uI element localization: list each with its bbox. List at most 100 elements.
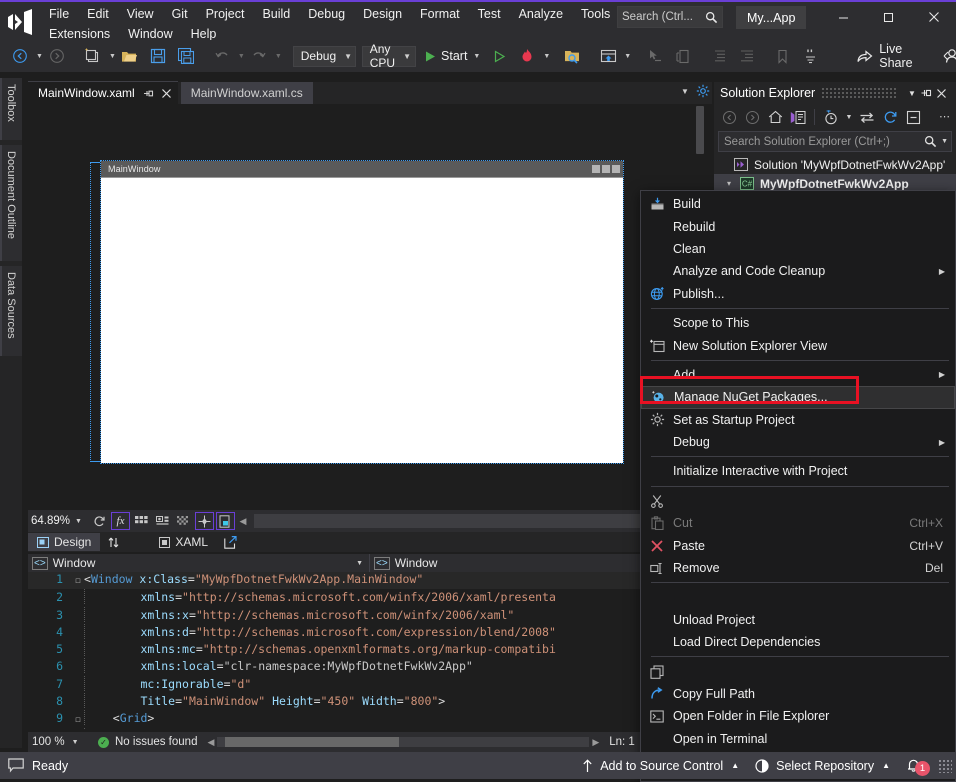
close-icon[interactable] xyxy=(911,2,956,32)
context-menu-item-cut[interactable] xyxy=(641,490,955,512)
issues-indicator[interactable]: ✓ No issues found xyxy=(98,736,197,748)
tab-mainwindow-xaml[interactable]: MainWindow.xaml xyxy=(28,81,178,104)
editor-horizontal-scrollbar[interactable]: ◀ ▶ xyxy=(207,736,599,749)
context-menu-item-add[interactable]: Add ▶ xyxy=(641,364,955,386)
context-menu-item-scope-to-this[interactable]: Scope to This xyxy=(641,312,955,334)
tab-mainwindow-xaml-cs[interactable]: MainWindow.xaml.cs xyxy=(181,82,313,104)
expand-triangle-icon[interactable]: ▾ xyxy=(722,179,736,188)
context-menu-item-initialize-interactive-with-project[interactable]: Initialize Interactive with Project xyxy=(641,460,955,482)
solution-platform-select[interactable]: Any CPU ▼ xyxy=(362,46,416,67)
transparency-icon[interactable] xyxy=(174,512,193,530)
context-menu-item-build[interactable]: Build xyxy=(641,193,955,215)
context-menu-item-set-as-startup-project[interactable]: Set as Startup Project xyxy=(641,409,955,431)
designer-horizontal-scrollbar[interactable] xyxy=(254,514,706,528)
effects-fx-icon[interactable]: fx xyxy=(111,512,130,530)
context-menu-item-unload-project[interactable] xyxy=(641,586,955,608)
hot-reload-dropdown-icon[interactable]: ▼ xyxy=(543,53,550,60)
code-type-dropdown[interactable]: <> Window ▼ xyxy=(28,554,370,572)
design-preview-window[interactable]: MainWindow xyxy=(100,160,624,464)
open-file-icon[interactable] xyxy=(116,44,144,68)
scroll-right-icon[interactable]: ▶ xyxy=(592,737,599,748)
designer-settings-gear-icon[interactable] xyxy=(696,84,710,98)
add-to-source-control-button[interactable]: Add to Source Control ▲ xyxy=(574,752,747,779)
rail-tab-document-outline[interactable]: Document Outline xyxy=(0,145,22,261)
panel-drag-dots[interactable] xyxy=(821,87,898,99)
se-pending-history-icon[interactable] xyxy=(820,107,842,127)
start-debug-button[interactable]: Start ▼ xyxy=(419,44,485,68)
xaml-designer-surface[interactable]: MainWindow xyxy=(28,104,706,508)
editor-scroll-track[interactable] xyxy=(217,737,589,747)
editor-zoom-select[interactable]: 100 % ▼ xyxy=(28,736,86,748)
menu-design[interactable]: Design xyxy=(354,6,411,22)
pin-icon[interactable] xyxy=(143,88,154,99)
minimize-icon[interactable] xyxy=(821,2,866,32)
designer-artboard-icon[interactable] xyxy=(216,512,235,530)
fold-icon[interactable]: ◻ xyxy=(72,715,84,725)
context-menu-item-remove[interactable]: Paste Ctrl+V xyxy=(641,534,955,556)
menu-test[interactable]: Test xyxy=(469,6,510,22)
context-menu-item-manage-nuget-packages[interactable]: Manage NuGet Packages... xyxy=(641,386,955,408)
tab-design-view[interactable]: Design xyxy=(28,533,100,551)
menu-debug[interactable]: Debug xyxy=(299,6,354,22)
se-toolbar-overflow-icon[interactable]: ⋯ xyxy=(939,114,951,120)
menu-edit[interactable]: Edit xyxy=(78,6,118,22)
search-options-dropdown-icon[interactable]: ▼ xyxy=(941,138,948,145)
menu-build[interactable]: Build xyxy=(253,6,299,22)
scroll-left-icon[interactable]: ◀ xyxy=(207,737,214,748)
context-menu-item-analyze-and-code-cleanup[interactable]: Analyze and Code Cleanup ▶ xyxy=(641,260,955,282)
context-menu-item-rename[interactable]: Remove Del xyxy=(641,557,955,579)
context-menu-item-design-in-blend[interactable]: Open in Terminal xyxy=(641,728,955,750)
se-collapse-all-icon[interactable] xyxy=(902,107,924,127)
context-menu-item-rebuild[interactable]: Rebuild xyxy=(641,215,955,237)
preview-window-icon[interactable] xyxy=(594,44,622,68)
pin-panel-icon[interactable] xyxy=(920,87,936,99)
context-menu-item-new-solution-explorer-view[interactable]: New Solution Explorer View xyxy=(641,334,955,356)
close-tab-icon[interactable] xyxy=(161,88,172,99)
context-menu-item-open-in-terminal[interactable]: Open Folder in File Explorer xyxy=(641,705,955,727)
start-dropdown-icon[interactable]: ▼ xyxy=(473,53,480,60)
context-menu-item-publish[interactable]: Publish... xyxy=(641,283,955,305)
se-sync-with-active-document-icon[interactable] xyxy=(856,107,878,127)
editor-scroll-thumb[interactable] xyxy=(225,737,399,747)
new-project-dropdown-icon[interactable]: ▼ xyxy=(109,53,116,60)
hot-reload-icon[interactable] xyxy=(513,44,541,68)
swap-panes-icon[interactable] xyxy=(100,536,126,549)
start-without-debugging-icon[interactable] xyxy=(485,44,513,68)
refresh-designer-icon[interactable] xyxy=(90,512,109,530)
show-grid-icon[interactable] xyxy=(132,512,151,530)
notifications-button[interactable]: 1 xyxy=(898,752,934,779)
xaml-code-editor[interactable]: 1◻<Window x:Class="MyWpfDotnetFwkWv2App.… xyxy=(28,572,706,730)
designer-toolbar-overflow-icon[interactable]: ◀ xyxy=(236,516,250,527)
new-project-icon[interactable] xyxy=(79,44,107,68)
se-refresh-icon[interactable] xyxy=(879,107,901,127)
context-menu-item-debug[interactable]: Debug ▶ xyxy=(641,431,955,453)
resize-grip[interactable] xyxy=(938,759,952,773)
context-menu-item-open-folder-in-file-explorer[interactable]: Copy Full Path xyxy=(641,683,955,705)
preview-dropdown-icon[interactable]: ▼ xyxy=(624,53,631,60)
close-panel-icon[interactable] xyxy=(936,88,952,99)
navigate-backward-dropdown-icon[interactable]: ▼ xyxy=(36,53,43,60)
context-menu-item-copy-full-path[interactable] xyxy=(641,660,955,682)
navigate-backward-icon[interactable] xyxy=(6,44,34,68)
menu-git[interactable]: Git xyxy=(163,6,197,22)
live-share-button[interactable]: Live Share xyxy=(850,44,918,68)
menu-view[interactable]: View xyxy=(118,6,163,22)
snap-to-snaplines-icon[interactable] xyxy=(195,512,214,530)
tab-list-dropdown-icon[interactable]: ▼ xyxy=(678,87,692,96)
context-menu-item-load-entire-dependency-tree[interactable]: Load Direct Dependencies xyxy=(641,631,955,653)
fold-icon[interactable]: ◻ xyxy=(72,576,84,586)
maximize-icon[interactable] xyxy=(866,2,911,32)
tab-xaml-view[interactable]: XAML xyxy=(150,533,217,551)
solution-explorer-search-input[interactable]: Search Solution Explorer (Ctrl+;) ▼ xyxy=(718,131,952,152)
account-manager-icon[interactable] xyxy=(937,44,956,68)
designer-zoom-select[interactable]: 64.89% ▼ xyxy=(28,512,89,530)
menu-analyze[interactable]: Analyze xyxy=(510,6,572,22)
save-icon[interactable] xyxy=(144,44,172,68)
rail-tab-toolbox[interactable]: Toolbox xyxy=(0,78,22,140)
select-repository-button[interactable]: Select Repository ▲ xyxy=(747,752,898,779)
find-in-files-icon[interactable] xyxy=(558,44,586,68)
menu-file[interactable]: File xyxy=(40,6,78,22)
solution-name-button[interactable]: My...App xyxy=(736,6,806,29)
se-home-icon[interactable] xyxy=(764,107,786,127)
menu-format[interactable]: Format xyxy=(411,6,469,22)
